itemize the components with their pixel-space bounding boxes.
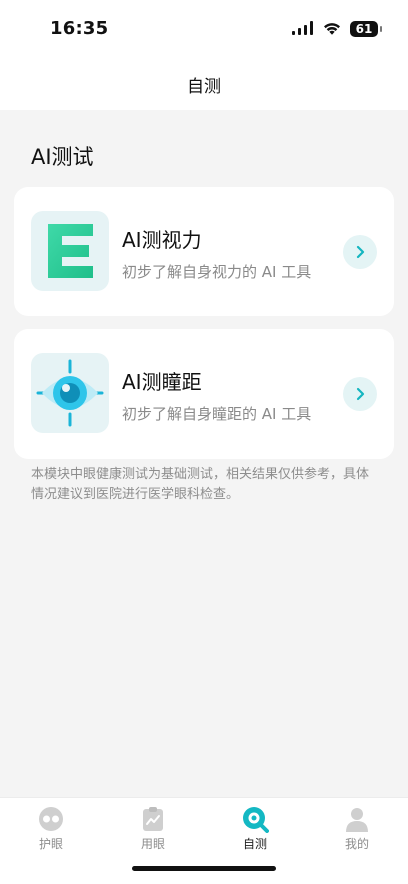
tab-label: 护眼 [38,837,63,851]
tab-label: 我的 [344,837,369,851]
pupil-distance-card[interactable]: AI测瞳距 初步了解自身瞳距的 AI 工具 [14,329,394,459]
chevron-right-icon[interactable] [343,235,377,269]
signal-icon [292,20,314,39]
wifi-icon [322,20,342,39]
tab-eye-care[interactable]: 护眼 [11,805,91,852]
disclaimer-text: 本模块中眼健康测试为基础测试，相关结果仅供参考，具体情况建议到医院进行医学眼科检… [31,467,370,502]
section-title: AI测试 [31,145,94,169]
eye-scan-icon [31,353,109,433]
tab-label: 自测 [242,837,267,851]
nav-header: 自测 [0,58,408,110]
status-time: 16:35 [50,18,109,39]
tab-profile[interactable]: 我的 [317,805,397,852]
clipboard-chart-icon [139,805,167,833]
status-bar: 16:35 61 [0,0,408,58]
battery-icon: 61 [350,21,382,37]
battery-level: 61 [355,22,373,36]
card-title: AI测视力 [122,228,202,252]
card-title: AI测瞳距 [122,370,202,394]
card-subtitle: 初步了解自身视力的 AI 工具 [122,263,312,281]
status-icons: 61 [292,20,382,39]
chevron-right-icon[interactable] [343,377,377,411]
home-indicator [132,866,276,871]
card-subtitle: 初步了解自身瞳距的 AI 工具 [122,405,312,423]
page-title: 自测 [187,77,221,97]
user-icon [343,805,371,833]
goggles-icon [37,805,65,833]
vision-test-card[interactable]: AI测视力 初步了解自身视力的 AI 工具 [14,187,394,316]
tab-label: 用眼 [140,837,165,851]
search-eye-icon [241,805,269,833]
tab-self-test[interactable]: 自测 [215,805,295,852]
tab-eye-usage[interactable]: 用眼 [113,805,193,852]
vision-e-icon [31,211,109,291]
